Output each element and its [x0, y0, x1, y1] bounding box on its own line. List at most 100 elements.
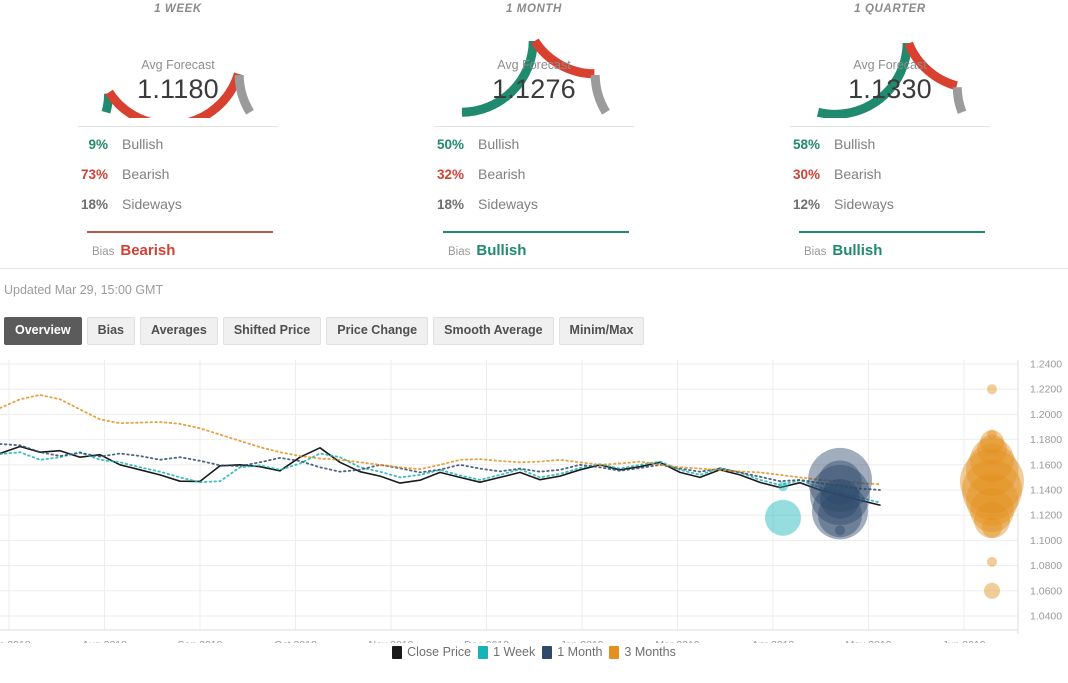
legend-item[interactable]: 1 Month [542, 645, 602, 659]
sentiment-stats: 58% Bullish 30% Bearish 12% Sideways [790, 126, 990, 226]
tab-bias[interactable]: Bias [87, 317, 135, 345]
bias-label: Bias [92, 246, 114, 258]
tab-shifted-price[interactable]: Shifted Price [223, 317, 321, 345]
stat-row-sideways: 12% Sideways [790, 196, 990, 226]
bias-row: Bias Bullish [434, 233, 634, 259]
gauge-segment-sideways [957, 87, 962, 112]
legend-label: 1 Week [493, 645, 535, 659]
stat-row-sideways: 18% Sideways [78, 196, 278, 226]
forecast-chart[interactable]: 1.24001.22001.20001.18001.16001.14001.12… [0, 358, 1068, 663]
x-axis-tick-label: Apr 2019 [752, 639, 795, 643]
sideways-percent: 18% [78, 197, 122, 212]
x-axis-tick-label: May 2019 [845, 639, 891, 643]
gauge-1-week: Avg Forecast 1.1180 [78, 18, 278, 118]
bearish-percent: 30% [790, 167, 834, 182]
gauge-segment-bearish [109, 74, 238, 118]
forecast-bubble[interactable] [778, 481, 788, 491]
stat-row-bearish: 30% Bearish [790, 166, 990, 196]
sideways-percent: 12% [790, 197, 834, 212]
x-axis-tick-label: Nov 2018 [369, 639, 414, 643]
stat-row-bullish: 50% Bullish [434, 136, 634, 166]
bullish-percent: 9% [78, 137, 122, 152]
legend-swatch-icon [542, 646, 552, 659]
stat-row-bullish: 9% Bullish [78, 136, 278, 166]
legend-item[interactable]: Close Price [392, 645, 471, 659]
y-axis-tick-label: 1.0400 [1030, 611, 1062, 623]
bullish-label: Bullish [478, 136, 519, 152]
bearish-percent: 32% [434, 167, 478, 182]
gauge-segment-bullish [818, 43, 907, 114]
bias-row: Bias Bearish [78, 233, 278, 259]
gauge-segment-sideways [595, 75, 606, 112]
bullish-label: Bullish [122, 136, 163, 152]
legend-swatch-icon [392, 646, 402, 659]
y-axis-tick-label: 1.1400 [1030, 485, 1062, 497]
chart-tab-bar[interactable]: OverviewBiasAveragesShifted PricePrice C… [0, 298, 1068, 345]
legend-label: Close Price [407, 645, 471, 659]
y-axis-tick-label: 1.1200 [1030, 510, 1062, 522]
updated-timestamp: Updated Mar 29, 15:00 GMT [0, 269, 1068, 298]
bearish-label: Bearish [834, 166, 881, 182]
y-axis-tick-label: 1.2400 [1030, 359, 1062, 371]
legend-swatch-icon [478, 646, 488, 659]
bearish-percent: 73% [78, 167, 122, 182]
legend-swatch-icon [609, 646, 619, 659]
gauge-segment-bearish [535, 41, 595, 74]
bearish-label: Bearish [478, 166, 525, 182]
period-title: 1 WEEK [154, 2, 202, 16]
forecast-panel-1-month: 1 MONTH Avg Forecast 1.1276 50% Bullish … [356, 0, 712, 268]
gauge-1-quarter: Avg Forecast 1.1330 [790, 18, 990, 118]
chart-legend: Close Price 1 Week 1 Month 3 Months [0, 645, 1068, 659]
tab-averages[interactable]: Averages [140, 317, 218, 345]
forecast-panel-1-week: 1 WEEK Avg Forecast 1.1180 9% Bullish 73… [0, 0, 356, 268]
bias-value: Bullish [476, 242, 526, 259]
forecast-bubble[interactable] [835, 525, 845, 535]
legend-label: 1 Month [557, 645, 602, 659]
sideways-percent: 18% [434, 197, 478, 212]
bias-label: Bias [804, 246, 826, 258]
sideways-label: Sideways [478, 196, 538, 212]
x-axis-tick-label: Aug 2018 [82, 639, 127, 643]
forecast-bubble[interactable] [765, 500, 801, 536]
sentiment-stats: 9% Bullish 73% Bearish 18% Sideways [78, 126, 278, 226]
y-axis-tick-label: 1.2000 [1030, 409, 1062, 421]
period-title: 1 QUARTER [854, 2, 926, 16]
bearish-label: Bearish [122, 166, 169, 182]
legend-item[interactable]: 3 Months [609, 645, 675, 659]
legend-item[interactable]: 1 Week [478, 645, 535, 659]
y-axis-tick-label: 1.0600 [1030, 585, 1062, 597]
forecast-bubble[interactable] [987, 557, 997, 567]
gauge-1-month: Avg Forecast 1.1276 [434, 18, 634, 118]
tab-overview[interactable]: Overview [4, 317, 82, 345]
gauge-arc-svg [790, 18, 990, 118]
bullish-percent: 50% [434, 137, 478, 152]
forecast-bubble[interactable] [982, 518, 1002, 538]
gauge-segment-sideways [239, 75, 250, 112]
tab-smooth-average[interactable]: Smooth Average [433, 317, 553, 345]
y-axis-tick-label: 1.1000 [1030, 535, 1062, 547]
y-axis-tick-label: 1.0800 [1030, 560, 1062, 572]
stat-row-bearish: 73% Bearish [78, 166, 278, 196]
x-axis-tick-label: Dec 2018 [464, 639, 509, 643]
stat-row-bullish: 58% Bullish [790, 136, 990, 166]
bias-value: Bearish [120, 242, 175, 259]
bullish-percent: 58% [790, 137, 834, 152]
bullish-label: Bullish [834, 136, 875, 152]
x-axis-tick-label: Jun 2018 [0, 639, 31, 643]
x-axis-tick-label: Sep 2018 [178, 639, 223, 643]
y-axis-tick-label: 1.1600 [1030, 459, 1062, 471]
x-axis-tick-label: Jun 2019 [942, 639, 985, 643]
y-axis-tick-label: 1.1800 [1030, 434, 1062, 446]
x-axis-tick-label: Jan 2019 [560, 639, 603, 643]
forecast-bubble[interactable] [987, 384, 997, 394]
bias-value: Bullish [832, 242, 882, 259]
legend-label: 3 Months [624, 645, 675, 659]
gauge-segment-bullish [462, 41, 533, 112]
forecast-bubble[interactable] [984, 583, 1000, 599]
tab-price-change[interactable]: Price Change [326, 317, 428, 345]
stat-row-bearish: 32% Bearish [434, 166, 634, 196]
sentiment-stats: 50% Bullish 32% Bearish 18% Sideways [434, 126, 634, 226]
gauge-arc-svg [434, 18, 634, 118]
tab-minim-max[interactable]: Minim/Max [559, 317, 645, 345]
x-axis-tick-label: Oct 2018 [274, 639, 317, 643]
